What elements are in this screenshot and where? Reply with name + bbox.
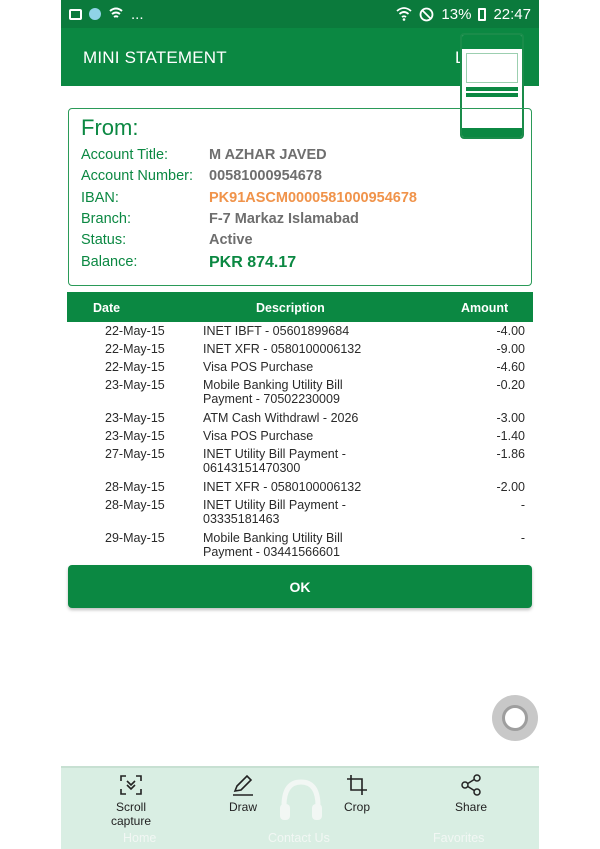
- crop-button[interactable]: Crop: [335, 774, 379, 814]
- ghost-nav-home: Home: [123, 831, 157, 845]
- row-amount: -4.00: [496, 324, 526, 338]
- table-row: 22-May-15 INET IBFT - 05601899684 -4.00: [67, 322, 533, 340]
- row-description: INET Utility Bill Payment -03335181463: [203, 498, 346, 526]
- row-amount: -: [520, 531, 525, 545]
- account-title-value: M AZHAR JAVED: [209, 147, 327, 163]
- row-amount: -0.20: [496, 378, 526, 392]
- crop-icon: [347, 775, 367, 795]
- table-row: 23-May-15 Visa POS Purchase -1.40: [67, 427, 533, 445]
- draw-label: Draw: [228, 800, 257, 814]
- scroll-capture-icon: [120, 775, 142, 795]
- account-title-label: Account Title:: [81, 147, 169, 163]
- table-row: 22-May-15 Visa POS Purchase -4.60: [67, 358, 533, 376]
- ghost-nav-favorites: Favorites: [433, 831, 485, 845]
- row-amount: -: [520, 498, 525, 512]
- row-description: INET IBFT - 05601899684: [203, 324, 350, 338]
- scroll-capture-button[interactable]: Scroll capture: [103, 774, 159, 828]
- row-amount: -1.86: [496, 447, 526, 461]
- page-title: MINI STATEMENT: [83, 48, 227, 67]
- row-date: 23-May-15: [105, 411, 165, 425]
- share-icon: [461, 774, 481, 796]
- crop-label: Crop: [343, 800, 370, 814]
- floating-assist-button[interactable]: [492, 695, 538, 741]
- row-description: Visa POS Purchase: [203, 360, 314, 374]
- gallery-notification-icon: [69, 8, 82, 20]
- row-amount: -4.60: [496, 360, 526, 374]
- clock-time: 22:47: [493, 5, 531, 23]
- balance-value: PKR 874.17: [209, 254, 297, 271]
- iban-value: PK91ASCM0000581000954678: [209, 190, 417, 206]
- column-header-date: Date: [93, 301, 121, 315]
- column-header-description: Description: [256, 301, 325, 315]
- draw-button[interactable]: Draw: [221, 774, 265, 814]
- row-amount: -2.00: [496, 480, 526, 494]
- table-row: 28-May-15 INET Utility Bill Payment -033…: [67, 496, 533, 529]
- app-notification-icon: [89, 8, 101, 20]
- branch-label: Branch:: [81, 211, 131, 227]
- row-date: 22-May-15: [105, 360, 165, 374]
- row-date: 28-May-15: [105, 498, 165, 512]
- from-heading: From:: [81, 115, 139, 140]
- screenshot-toolbar: Home Contact Us Favorites Scroll capture …: [61, 766, 539, 849]
- table-row: 22-May-15 INET XFR - 0580100006132 -9.00: [67, 340, 533, 358]
- table-row: 29-May-15 Mobile Banking Utility Bill Pay…: [67, 529, 533, 562]
- table-row: 23-May-15 Mobile Banking Utility Bill Pay…: [67, 376, 533, 409]
- row-description: INET XFR - 0580100006132: [203, 342, 362, 356]
- assist-circle-icon: [502, 705, 528, 731]
- do-not-disturb-icon: [420, 7, 434, 21]
- statement-table-body: 22-May-15 INET IBFT - 05601899684 -4.00 …: [67, 322, 533, 562]
- row-date: 29-May-15: [105, 531, 165, 545]
- status-label: Status:: [81, 232, 127, 248]
- column-header-amount: Amount: [461, 301, 509, 315]
- account-number-value: 00581000954678: [209, 168, 322, 184]
- row-date: 23-May-15: [105, 429, 165, 443]
- row-description: INET Utility Bill Payment -0614315147030…: [203, 447, 346, 475]
- more-notifications-dots: ...: [131, 5, 144, 23]
- share-label: Share: [454, 800, 488, 814]
- wifi-icon: [396, 7, 413, 21]
- from-account-card: From: Account Title: M AZHAR JAVED Accou…: [68, 108, 532, 286]
- balance-label: Balance:: [81, 254, 138, 270]
- row-date: 22-May-15: [105, 342, 165, 356]
- ok-button[interactable]: OK: [68, 565, 532, 608]
- account-number-label: Account Number:: [81, 168, 194, 184]
- iban-label: IBAN:: [81, 190, 119, 206]
- statement-table-header: Date Description Amount: [67, 292, 533, 322]
- row-description: Mobile Banking Utility Bill Payment - 705…: [203, 378, 343, 406]
- row-amount: -1.40: [496, 429, 526, 443]
- headset-icon: [280, 779, 322, 820]
- draw-pencil-icon: [233, 774, 253, 796]
- share-button[interactable]: Share: [449, 774, 493, 814]
- table-row: 23-May-15 ATM Cash Withdrawl - 2026 -3.0…: [67, 409, 533, 427]
- row-date: 27-May-15: [105, 447, 165, 461]
- shield-wifi-icon: [109, 7, 123, 18]
- battery-percent: 13%: [441, 5, 472, 23]
- row-date: 28-May-15: [105, 480, 165, 494]
- table-row: 28-May-15 INET XFR - 0580100006132 -2.00: [67, 478, 533, 496]
- row-date: 22-May-15: [105, 324, 165, 338]
- row-description: ATM Cash Withdrawl - 2026: [203, 411, 359, 425]
- battery-icon: [478, 7, 487, 21]
- row-amount: -9.00: [496, 342, 526, 356]
- table-row: 27-May-15 INET Utility Bill Payment -061…: [67, 445, 533, 478]
- row-description: Mobile Banking Utility Bill Payment - 034…: [203, 531, 343, 559]
- ghost-nav-contact-us: Contact Us: [268, 831, 330, 845]
- status-value: Active: [209, 232, 253, 248]
- row-date: 23-May-15: [105, 378, 165, 392]
- row-description: INET XFR - 0580100006132: [203, 480, 362, 494]
- row-amount: -3.00: [496, 411, 526, 425]
- status-bar: ... 13% 22:47: [61, 0, 539, 28]
- branch-value: F-7 Markaz Islamabad: [209, 211, 359, 227]
- row-description: Visa POS Purchase: [203, 429, 314, 443]
- scroll-capture-label: Scroll capture: [110, 800, 152, 828]
